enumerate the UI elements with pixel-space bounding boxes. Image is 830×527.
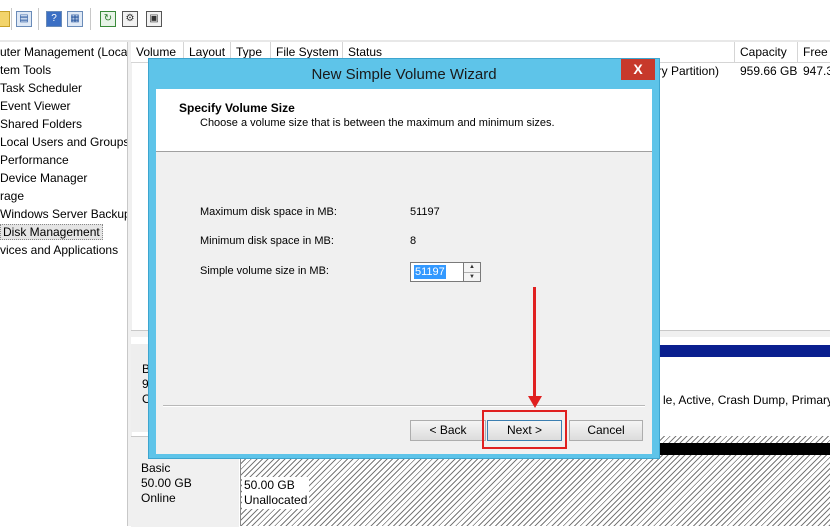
tree-item-windows-server-backup[interactable]: Windows Server Backup bbox=[0, 205, 127, 223]
tree-item-label: Disk Management bbox=[0, 224, 103, 240]
annotation-arrow-line bbox=[533, 287, 536, 398]
tree-item-local-users-groups[interactable]: Local Users and Groups bbox=[0, 133, 127, 151]
tree-item-storage[interactable]: rage bbox=[0, 187, 24, 205]
toolbar-separator bbox=[38, 8, 39, 30]
volume-size-spinner: ▲ ▼ bbox=[464, 262, 481, 282]
disk1-partition-state: Unallocated bbox=[244, 493, 308, 507]
annotation-highlight-box bbox=[482, 410, 567, 449]
tree-item-event-viewer[interactable]: Event Viewer bbox=[0, 97, 70, 115]
min-disk-space-value: 8 bbox=[410, 235, 417, 247]
tree-item-shared-folders[interactable]: Shared Folders bbox=[0, 115, 82, 133]
new-simple-volume-wizard: New Simple Volume Wizard X Specify Volum… bbox=[148, 58, 660, 459]
disk1-status: Online bbox=[141, 491, 176, 505]
column-header-capacity[interactable]: Capacity bbox=[735, 42, 798, 62]
tree-item-task-scheduler[interactable]: Task Scheduler bbox=[0, 79, 82, 97]
disk0-partition-info[interactable]: le, Active, Crash Dump, Primary bbox=[663, 393, 830, 407]
settings-icon[interactable]: ⚙ bbox=[122, 11, 138, 27]
wizard-header: Specify Volume Size Choose a volume size… bbox=[156, 89, 652, 152]
back-button[interactable]: < Back bbox=[410, 420, 486, 441]
navigation-tree: uter Management (Local tem Tools Task Sc… bbox=[0, 42, 127, 526]
wizard-title: New Simple Volume Wizard bbox=[311, 66, 497, 83]
volume-size-input[interactable]: 51197 bbox=[410, 262, 464, 282]
tree-item-disk-management[interactable]: Disk Management bbox=[0, 223, 103, 241]
disk0-partition-bar bbox=[660, 345, 830, 357]
disk1-partition-size: 50.00 GB bbox=[244, 478, 295, 492]
disk1-partition-info: 50.00 GB Unallocated bbox=[242, 477, 310, 509]
help-icon[interactable]: ? bbox=[46, 11, 62, 27]
step-title: Specify Volume Size bbox=[179, 101, 295, 115]
disk1-size: 50.00 GB bbox=[141, 476, 192, 490]
volume-size-label: Simple volume size in MB: bbox=[200, 265, 329, 277]
min-disk-space-label: Minimum disk space in MB: bbox=[200, 235, 334, 247]
console-icon[interactable]: ▣ bbox=[146, 11, 162, 27]
wizard-body: Specify Volume Size Choose a volume size… bbox=[156, 89, 652, 454]
toolbar-separator bbox=[90, 8, 91, 30]
toolbar: ▤ ? ▦ ↻ ⚙ ▣ bbox=[0, 0, 830, 40]
volume-size-value: 51197 bbox=[414, 265, 446, 279]
spin-up-icon[interactable]: ▲ bbox=[464, 263, 480, 273]
cancel-button[interactable]: Cancel bbox=[569, 420, 643, 441]
view-icon[interactable]: ▤ bbox=[16, 11, 32, 27]
step-subtitle: Choose a volume size that is between the… bbox=[200, 117, 555, 129]
folder-icon[interactable] bbox=[0, 11, 10, 27]
close-button[interactable]: X bbox=[621, 59, 655, 80]
tree-item-performance[interactable]: Performance bbox=[0, 151, 69, 169]
volume-row-status[interactable]: ary Partition) bbox=[651, 64, 719, 78]
column-header-free[interactable]: Free bbox=[798, 42, 830, 62]
annotation-arrow-head bbox=[528, 396, 542, 408]
tree-item-services-applications[interactable]: vices and Applications bbox=[0, 241, 118, 259]
close-icon: X bbox=[633, 61, 643, 77]
disk1-type: Basic bbox=[141, 461, 171, 475]
toolbar-separator bbox=[11, 8, 12, 30]
spin-down-icon[interactable]: ▼ bbox=[464, 273, 480, 282]
tree-item-device-manager[interactable]: Device Manager bbox=[0, 169, 87, 187]
properties-icon[interactable]: ▦ bbox=[67, 11, 83, 27]
button-divider bbox=[163, 405, 645, 407]
max-disk-space-value: 51197 bbox=[410, 206, 440, 218]
tree-item-computer-management[interactable]: uter Management (Local bbox=[0, 43, 127, 61]
max-disk-space-label: Maximum disk space in MB: bbox=[200, 206, 337, 218]
refresh-icon[interactable]: ↻ bbox=[100, 11, 116, 27]
tree-item-system-tools[interactable]: tem Tools bbox=[0, 61, 51, 79]
volume-row-free[interactable]: 947.3 bbox=[803, 64, 830, 78]
disk1-partition-bar bbox=[660, 443, 830, 455]
volume-row-capacity[interactable]: 959.66 GB bbox=[740, 64, 797, 78]
